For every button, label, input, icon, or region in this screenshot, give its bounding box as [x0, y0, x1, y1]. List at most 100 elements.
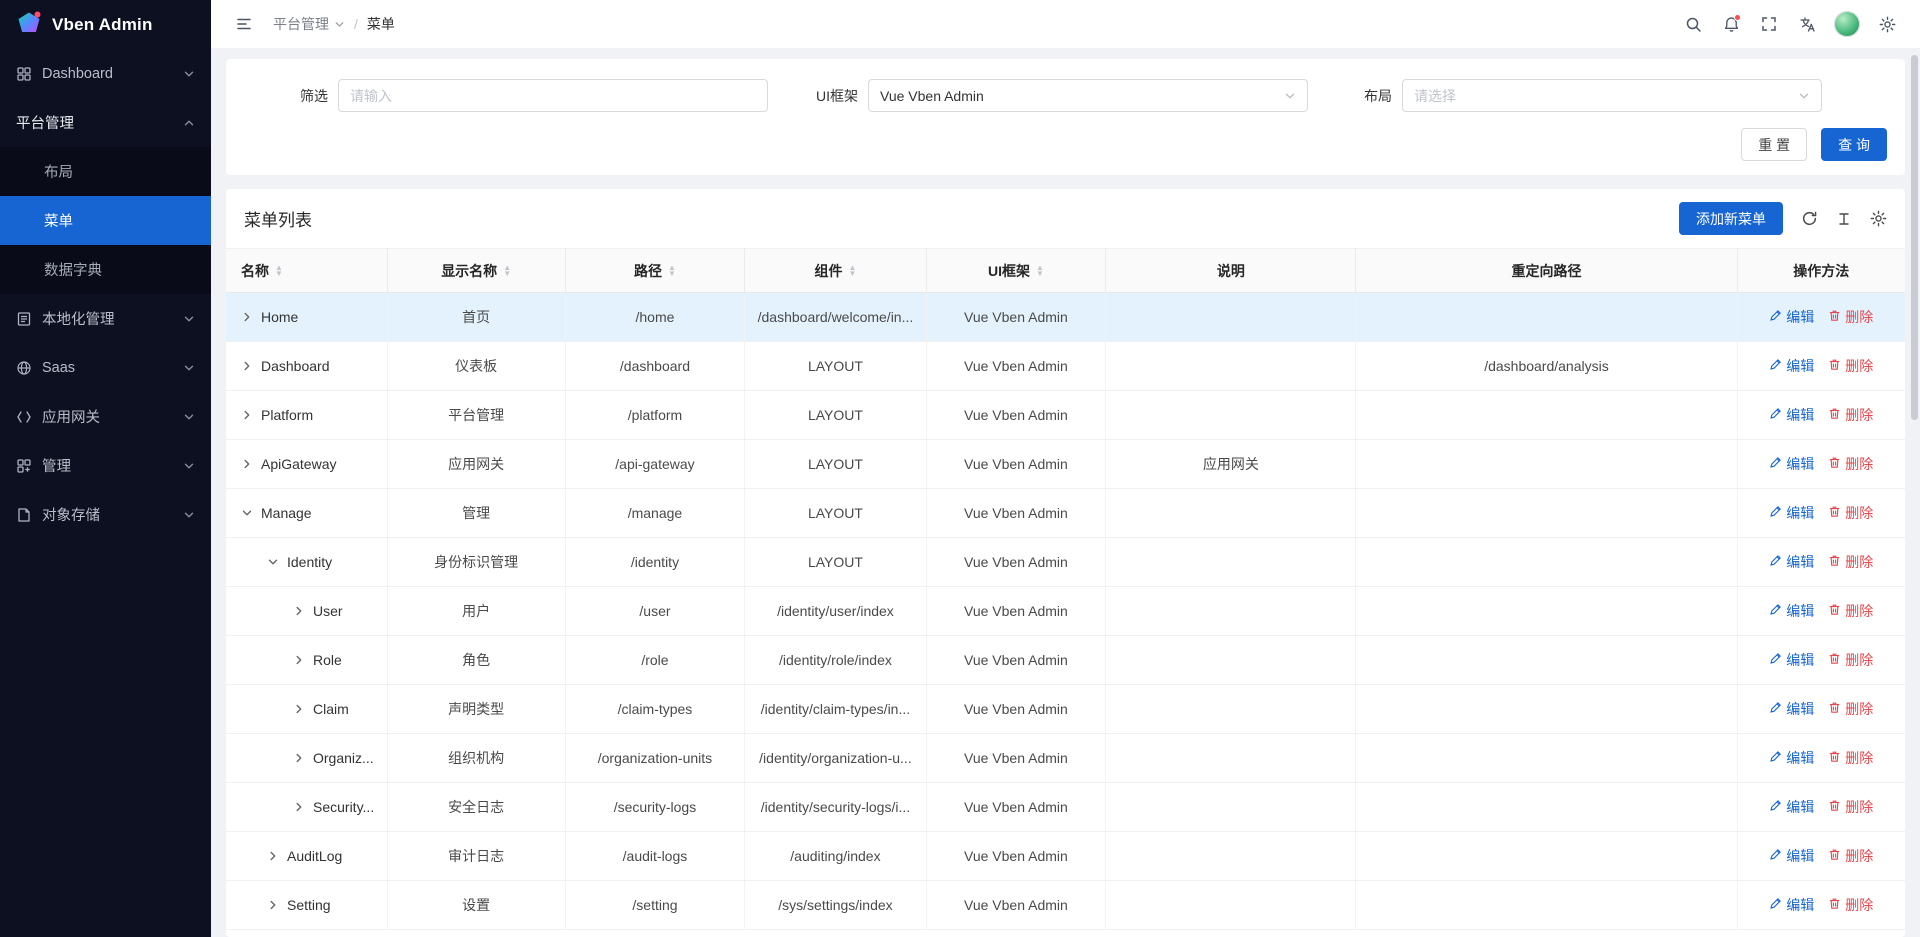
edit-button[interactable]: 编辑	[1769, 356, 1814, 376]
delete-button[interactable]: 删除	[1828, 552, 1873, 572]
edit-button[interactable]: 编辑	[1769, 748, 1814, 768]
chevron-right-icon[interactable]	[293, 703, 305, 715]
filter-panel: 筛选 UI框架 Vue Vben Admin 布局	[226, 59, 1905, 175]
refresh-icon[interactable]	[1801, 210, 1818, 227]
delete-button[interactable]: 删除	[1828, 405, 1873, 425]
table-row[interactable]: Claim声明类型/claim-types/identity/claim-typ…	[226, 685, 1905, 734]
table-row[interactable]: User用户/user/identity/user/indexVue Vben …	[226, 587, 1905, 636]
edit-button[interactable]: 编辑	[1769, 650, 1814, 670]
edit-icon	[1769, 750, 1782, 766]
delete-button[interactable]: 删除	[1828, 846, 1873, 866]
column-header-ui_framework[interactable]: UI框架▲▼	[926, 249, 1106, 293]
sort-icon[interactable]: ▲▼	[848, 265, 856, 277]
delete-button[interactable]: 删除	[1828, 699, 1873, 719]
table-row[interactable]: Setting设置/setting/sys/settings/indexVue …	[226, 881, 1905, 930]
chevron-down-icon[interactable]	[267, 556, 279, 568]
table-row[interactable]: Dashboard仪表板/dashboardLAYOUTVue Vben Adm…	[226, 342, 1905, 391]
edit-icon	[1769, 407, 1782, 423]
notification-bell-icon[interactable]	[1714, 7, 1748, 41]
settings-gear-icon[interactable]	[1870, 7, 1904, 41]
fullscreen-icon[interactable]	[1752, 7, 1786, 41]
filter-keyword-input[interactable]	[338, 79, 768, 112]
chevron-right-icon[interactable]	[267, 850, 279, 862]
cell-component: /identity/claim-types/in...	[745, 685, 926, 734]
edit-button[interactable]: 编辑	[1769, 601, 1814, 621]
column-header-name[interactable]: 名称▲▼	[226, 249, 387, 293]
delete-button[interactable]: 删除	[1828, 307, 1873, 327]
delete-button[interactable]: 删除	[1828, 503, 1873, 523]
sidebar-subitem-layout[interactable]: 布局	[0, 147, 211, 196]
sidebar-item-dashboard[interactable]: Dashboard	[0, 49, 211, 98]
sidebar-item-manage[interactable]: 管理	[0, 441, 211, 490]
edit-button[interactable]: 编辑	[1769, 552, 1814, 572]
table-row[interactable]: Home首页/home/dashboard/welcome/in...Vue V…	[226, 293, 1905, 342]
delete-button[interactable]: 删除	[1828, 797, 1873, 817]
column-header-component[interactable]: 组件▲▼	[745, 249, 926, 293]
table-row[interactable]: Platform平台管理/platformLAYOUTVue Vben Admi…	[226, 391, 1905, 440]
sidebar-item-saas[interactable]: Saas	[0, 343, 211, 392]
chevron-right-icon[interactable]	[241, 311, 253, 323]
search-icon[interactable]	[1676, 7, 1710, 41]
edit-button[interactable]: 编辑	[1769, 797, 1814, 817]
column-settings-icon[interactable]	[1870, 210, 1887, 227]
chevron-right-icon[interactable]	[293, 654, 305, 666]
sort-icon[interactable]: ▲▼	[275, 265, 283, 277]
chevron-right-icon[interactable]	[241, 458, 253, 470]
column-header-path[interactable]: 路径▲▼	[565, 249, 745, 293]
column-header-display_name[interactable]: 显示名称▲▼	[387, 249, 565, 293]
chevron-right-icon[interactable]	[293, 752, 305, 764]
page-content: 筛选 UI框架 Vue Vben Admin 布局	[211, 49, 1920, 937]
edit-button[interactable]: 编辑	[1769, 846, 1814, 866]
sidebar-subitem-data-dictionary[interactable]: 数据字典	[0, 245, 211, 294]
sidebar-item-object-storage[interactable]: 对象存储	[0, 490, 211, 539]
edit-button[interactable]: 编辑	[1769, 503, 1814, 523]
sidebar-item-api-gateway[interactable]: 应用网关	[0, 392, 211, 441]
delete-button[interactable]: 删除	[1828, 650, 1873, 670]
delete-button[interactable]: 删除	[1828, 454, 1873, 474]
chevron-right-icon[interactable]	[241, 360, 253, 372]
edit-button[interactable]: 编辑	[1769, 307, 1814, 327]
delete-button[interactable]: 删除	[1828, 748, 1873, 768]
layout-select[interactable]: 请选择	[1402, 79, 1822, 112]
ui-framework-select[interactable]: Vue Vben Admin	[868, 79, 1308, 112]
add-menu-button[interactable]: 添加新菜单	[1679, 202, 1783, 235]
app-logo[interactable]: Vben Admin	[0, 0, 211, 49]
delete-icon	[1828, 358, 1841, 374]
translate-icon[interactable]	[1790, 7, 1824, 41]
search-button[interactable]: 查 询	[1821, 128, 1887, 161]
edit-button[interactable]: 编辑	[1769, 699, 1814, 719]
row-height-icon[interactable]	[1836, 211, 1852, 227]
sidebar-item-localization[interactable]: 本地化管理	[0, 294, 211, 343]
page-scrollbar-thumb[interactable]	[1911, 55, 1918, 420]
sort-icon[interactable]: ▲▼	[1036, 265, 1044, 277]
sort-icon[interactable]: ▲▼	[668, 265, 676, 277]
delete-button[interactable]: 删除	[1828, 356, 1873, 376]
sidebar-subitem-menu[interactable]: 菜单	[0, 196, 211, 245]
chevron-right-icon[interactable]	[293, 801, 305, 813]
chevron-right-icon[interactable]	[241, 409, 253, 421]
chevron-right-icon[interactable]	[267, 899, 279, 911]
table-row[interactable]: Role角色/role/identity/role/indexVue Vben …	[226, 636, 1905, 685]
breadcrumb-item-platform[interactable]: 平台管理	[273, 14, 345, 34]
table-row[interactable]: ApiGateway应用网关/api-gatewayLAYOUTVue Vben…	[226, 440, 1905, 489]
chevron-down-icon[interactable]	[241, 507, 253, 519]
chevron-right-icon[interactable]	[293, 605, 305, 617]
reset-button[interactable]: 重 置	[1741, 128, 1807, 161]
sidebar-item-platform-management[interactable]: 平台管理	[0, 98, 211, 147]
edit-button[interactable]: 编辑	[1769, 405, 1814, 425]
delete-button[interactable]: 删除	[1828, 601, 1873, 621]
edit-button[interactable]: 编辑	[1769, 895, 1814, 915]
sidebar-collapse-icon[interactable]	[227, 7, 261, 41]
cell-redirect	[1356, 489, 1737, 538]
table-row[interactable]: Organiz...组织机构/organization-units/identi…	[226, 734, 1905, 783]
cell-description	[1106, 391, 1356, 440]
breadcrumb-root-label: 平台管理	[273, 14, 329, 34]
edit-button[interactable]: 编辑	[1769, 454, 1814, 474]
table-row[interactable]: Identity身份标识管理/identityLAYOUTVue Vben Ad…	[226, 538, 1905, 587]
user-avatar[interactable]	[1834, 11, 1860, 37]
table-row[interactable]: AuditLog审计日志/audit-logs/auditing/indexVu…	[226, 832, 1905, 881]
sort-icon[interactable]: ▲▼	[503, 265, 511, 277]
table-row[interactable]: Security...安全日志/security-logs/identity/s…	[226, 783, 1905, 832]
table-row[interactable]: Manage管理/manageLAYOUTVue Vben Admin编辑删除	[226, 489, 1905, 538]
delete-button[interactable]: 删除	[1828, 895, 1873, 915]
